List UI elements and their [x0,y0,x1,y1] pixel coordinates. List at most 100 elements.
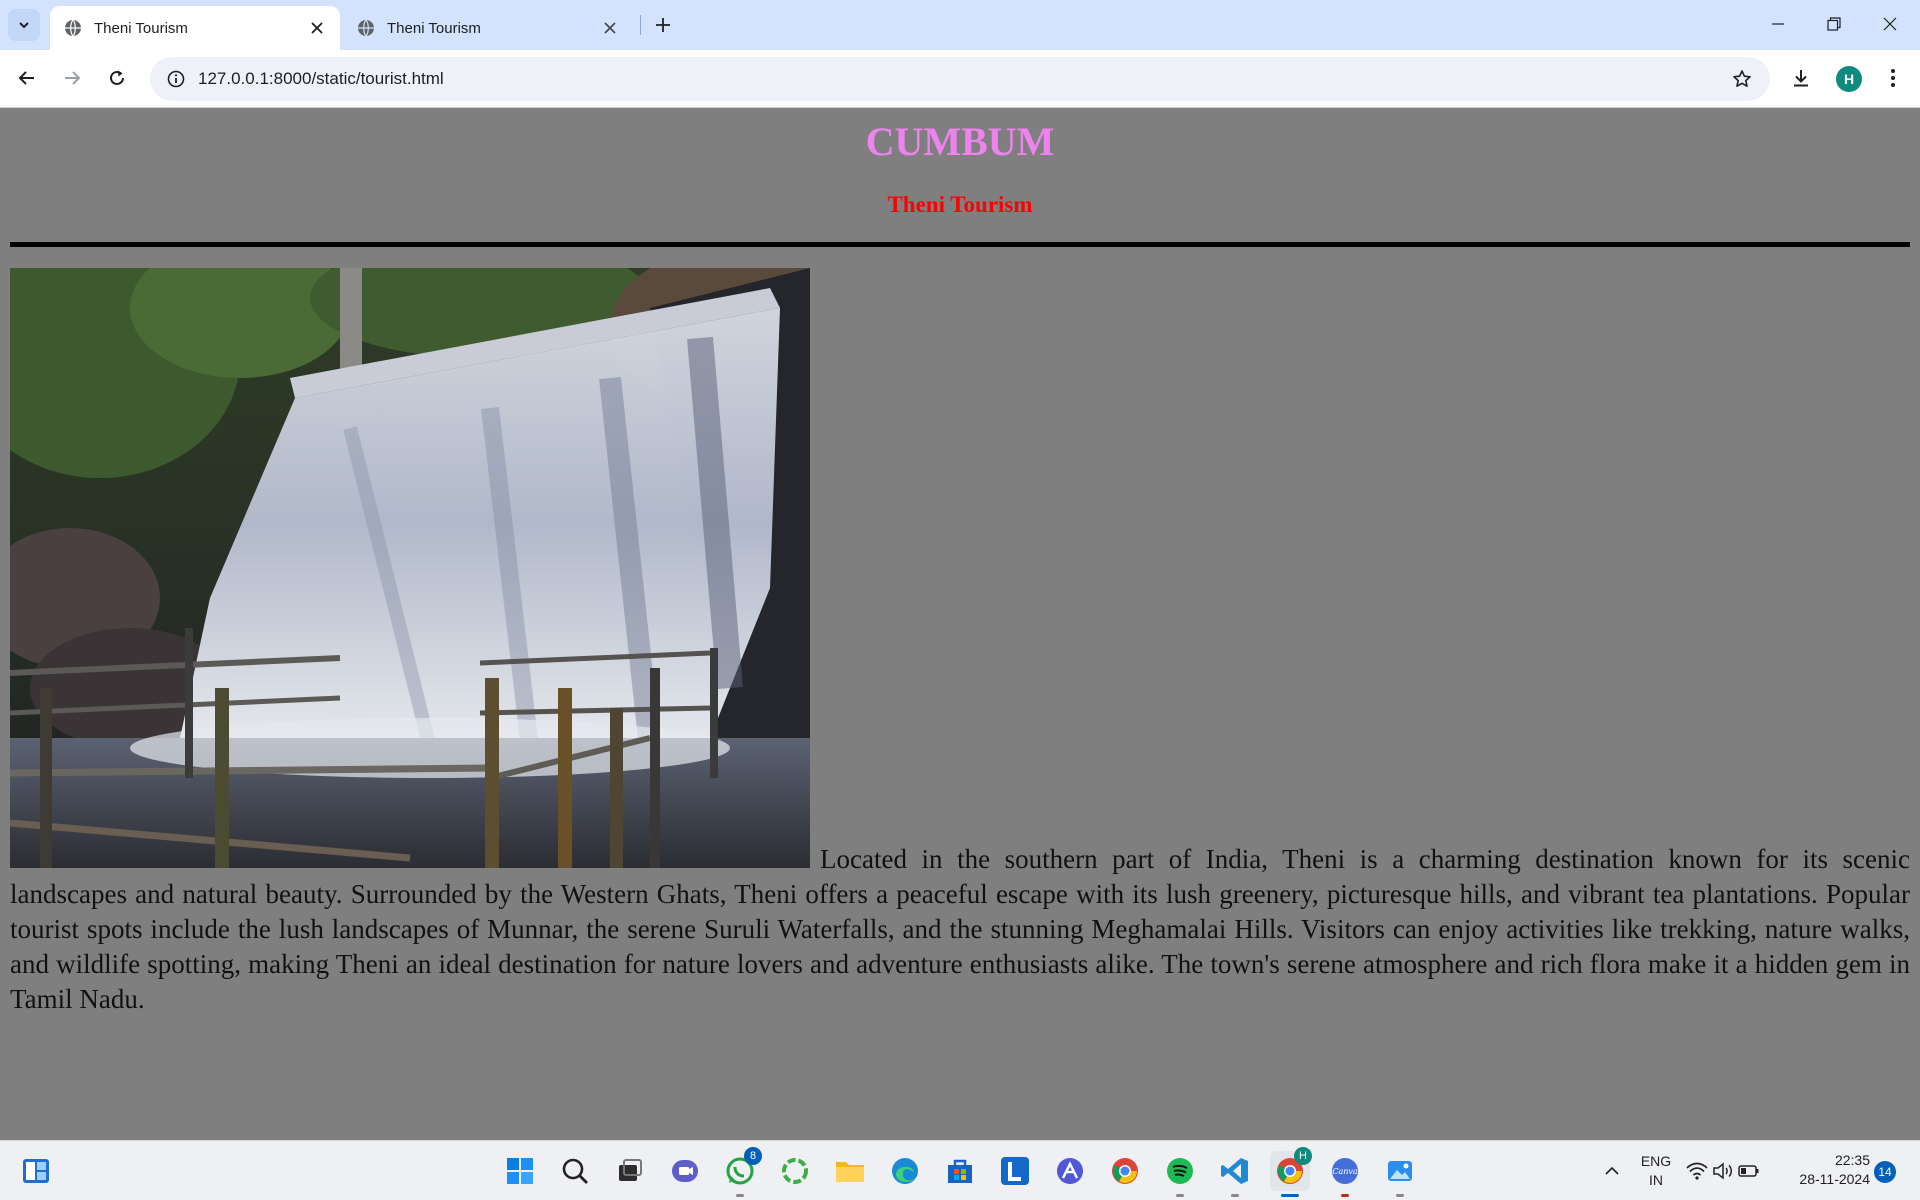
edge-icon [892,1158,918,1184]
downloads-button[interactable] [1784,61,1818,95]
menu-button[interactable] [1876,61,1910,95]
whatsapp-badge: 8 [744,1147,762,1165]
edge-button[interactable] [885,1151,925,1191]
running-indicator [736,1194,744,1197]
photos-icon [1388,1161,1412,1181]
back-button[interactable] [10,61,44,95]
page-subtitle: Theni Tourism [887,192,1033,217]
close-window-button[interactable] [1862,0,1918,48]
minimize-icon [1772,23,1784,25]
browser-toolbar: 127.0.0.1:8000/static/tourist.html H [0,50,1920,108]
language-code: ENG [1640,1153,1672,1169]
store-icon [948,1159,972,1183]
search-icon [562,1158,588,1184]
web-page: CUMBUM Theni Tourism Located in the sout… [0,108,1920,1140]
tab-strip: Theni Tourism Theni Tourism [0,0,1920,50]
profile-avatar[interactable]: H [1836,66,1862,92]
teams-button[interactable] [665,1151,705,1191]
reload-icon [110,70,124,85]
notification-count-badge[interactable]: 14 [1874,1161,1896,1183]
vscode-button[interactable] [1215,1151,1255,1197]
running-indicator [1176,1194,1184,1197]
waterfall-photo [10,268,810,868]
clock-time: 22:35 [1834,1152,1870,1168]
arrow-right-icon [65,71,81,85]
store-button[interactable] [940,1151,980,1191]
close-icon [1883,17,1897,31]
clock[interactable]: 22:35 28-11-2024 [1786,1151,1870,1189]
restore-button[interactable] [1806,0,1862,48]
restore-icon [1827,17,1841,31]
tab-theni-tourism[interactable]: Theni Tourism [343,6,633,50]
horizontal-rule [10,242,1910,247]
l-app-button[interactable] [995,1151,1035,1191]
forward-button[interactable] [55,61,89,95]
bookmark-star-icon[interactable] [1722,69,1762,89]
teams-icon [672,1160,698,1182]
spotify-icon [1167,1158,1193,1184]
close-icon [604,22,616,34]
widgets-button[interactable] [16,1151,56,1191]
description-paragraph: Located in the southern part of India, T… [10,844,1910,1014]
region-code: IN [1649,1172,1663,1188]
show-hidden-icons-button[interactable] [1592,1151,1632,1191]
site-info-icon[interactable] [156,70,196,88]
photos-button[interactable] [1380,1151,1420,1197]
tab-title: Theni Tourism [387,19,481,37]
canva-button[interactable]: Canva [1325,1151,1365,1197]
running-indicator [1231,1194,1239,1197]
tab-title: Theni Tourism [94,19,188,37]
clock-date: 28-11-2024 [1799,1171,1870,1187]
start-button[interactable] [500,1151,540,1191]
running-indicator [1396,1194,1404,1197]
minimize-button[interactable] [1750,0,1806,48]
spotify-button[interactable] [1160,1151,1200,1197]
download-icon [1794,70,1808,87]
wifi-icon [1686,1162,1708,1180]
chrome-icon [1112,1158,1138,1184]
file-explorer-icon [836,1162,864,1182]
reload-button[interactable] [100,61,134,95]
chrome-profile-button[interactable]: H [1270,1147,1312,1197]
task-view-button[interactable] [610,1151,650,1191]
copilot-button[interactable] [775,1151,815,1191]
address-bar[interactable]: 127.0.0.1:8000/static/tourist.html [150,57,1770,101]
l-app-icon [1001,1157,1029,1185]
tab-search-button[interactable] [8,9,40,41]
more-vert-icon [1891,69,1895,87]
globe-icon [358,19,374,37]
new-tab-button[interactable] [649,11,677,39]
language-indicator[interactable]: ENG IN [1636,1152,1676,1190]
page-title: CUMBUM [865,119,1055,164]
close-icon [311,22,323,34]
tab-separator [640,15,641,35]
running-indicator [1341,1194,1349,1197]
whatsapp-button[interactable]: 8 [720,1147,762,1197]
canva-label: Canva [1332,1167,1358,1176]
chevron-up-icon [1605,1166,1619,1175]
app-button[interactable] [1050,1151,1090,1191]
start-icon [507,1158,533,1184]
task-view-icon [619,1159,642,1181]
canva-icon: Canva [1332,1158,1358,1184]
copilot-icon [782,1158,808,1184]
windows-taskbar: 8 H Canva ENG IN 22:35 28-11-2024 14 [0,1140,1920,1200]
quick-settings-button[interactable] [1684,1151,1762,1191]
arrow-left-icon [18,71,34,85]
search-button[interactable] [555,1151,595,1191]
active-indicator [1281,1194,1299,1197]
close-tab-button[interactable] [599,17,621,39]
chevron-down-icon [19,22,29,29]
battery-icon [1738,1165,1759,1177]
widgets-icon [23,1159,49,1183]
file-explorer-button[interactable] [830,1151,870,1191]
tab-theni-tourism-active[interactable]: Theni Tourism [50,6,340,50]
chrome-button[interactable] [1105,1151,1145,1191]
plus-icon [656,18,670,32]
content-block: Located in the southern part of India, T… [10,268,1910,1017]
close-tab-button[interactable] [306,17,328,39]
volume-icon [1713,1162,1732,1180]
globe-icon [65,19,81,37]
app-icon [1057,1158,1083,1184]
url-text[interactable]: 127.0.0.1:8000/static/tourist.html [198,69,1722,89]
